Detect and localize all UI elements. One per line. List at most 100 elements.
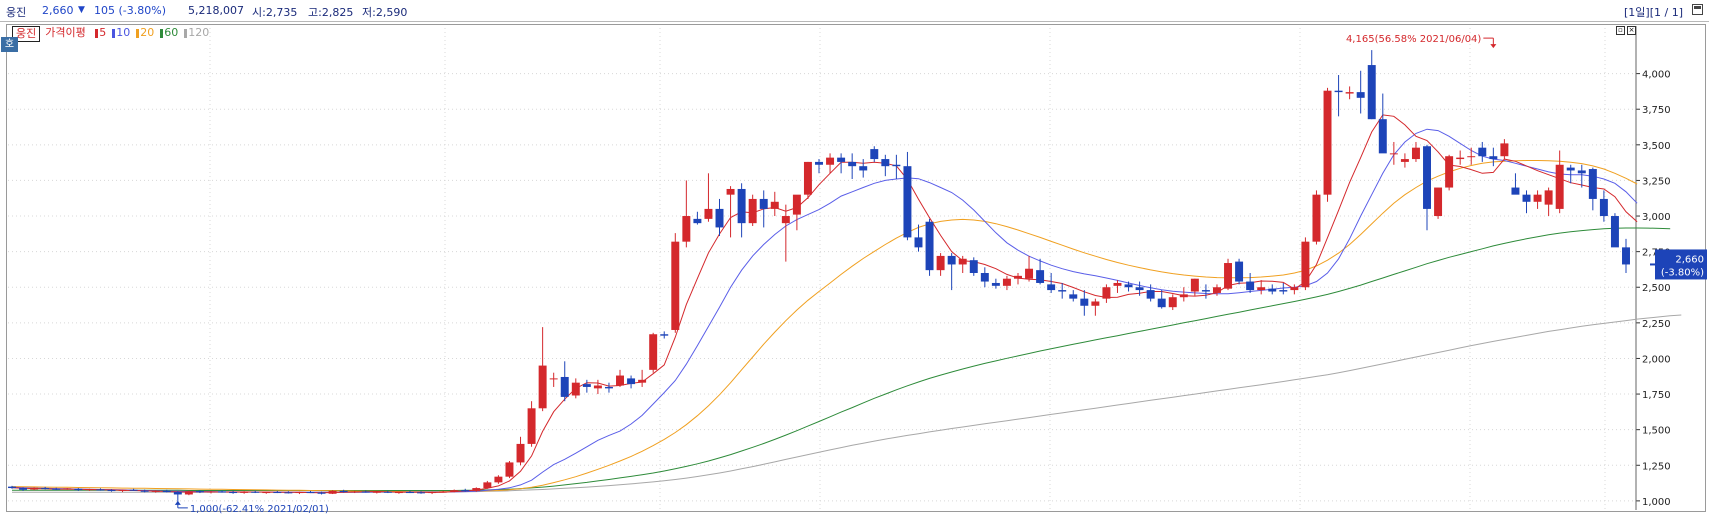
candle (980, 267, 989, 288)
legend-ma120[interactable]: 120 (180, 26, 209, 40)
candle (1533, 190, 1542, 209)
candle-body (1113, 282, 1122, 286)
candle (1157, 290, 1166, 309)
candle-body (925, 221, 934, 271)
legend-ma10[interactable]: 10 (108, 26, 130, 40)
candle (538, 327, 547, 412)
candle-body (1179, 294, 1188, 298)
candle (129, 488, 138, 491)
candle (1036, 258, 1045, 285)
candle-body (383, 491, 392, 493)
candle (1235, 258, 1244, 285)
candle-body (1212, 287, 1221, 293)
candle-body (1566, 167, 1575, 171)
candle (859, 159, 868, 178)
candle (229, 490, 238, 494)
close-icon[interactable]: × (1627, 26, 1636, 35)
candle (1411, 141, 1420, 162)
legend-ma5[interactable]: 5 (91, 26, 106, 40)
candle-body (649, 334, 658, 370)
ma10-line (11, 128, 1638, 493)
candle-body (527, 408, 536, 444)
ma5-label: 5 (99, 26, 107, 39)
candlestick-chart[interactable]: 1,0001,2501,5001,7502,0002,2502,5002,750… (0, 0, 1709, 515)
candle-body (372, 491, 381, 493)
candle (1124, 281, 1133, 292)
candle (1312, 190, 1321, 245)
candle-body (1345, 92, 1354, 94)
candle (1268, 284, 1277, 295)
candle (461, 488, 470, 492)
chart-legend: 웅진 가격이평 5 10 20 60 120 (12, 26, 211, 42)
candle (1489, 147, 1498, 167)
legend-ma20[interactable]: 20 (132, 26, 154, 40)
ma20-line (11, 160, 1638, 493)
candle-body (85, 489, 94, 491)
candle-body (1002, 278, 1011, 286)
candle-body (1411, 147, 1420, 160)
candle (616, 369, 624, 387)
price-tag-change: (-3.80%) (1661, 267, 1704, 278)
candle (759, 190, 768, 228)
candle (516, 436, 525, 466)
legend-ma60[interactable]: 60 (156, 26, 178, 40)
candle (1478, 141, 1487, 162)
candle (118, 489, 127, 493)
candle (781, 204, 790, 262)
candle-body (1246, 281, 1255, 291)
candle-body (748, 198, 757, 224)
candle-body (394, 492, 403, 494)
candle-body (892, 164, 901, 167)
candle-body (1511, 187, 1520, 195)
candle (1456, 150, 1465, 165)
candle (1224, 258, 1233, 291)
y-tick-label: 3,250 (1642, 176, 1671, 187)
order-tag[interactable]: 호 (1, 37, 18, 52)
candle-body (1610, 216, 1619, 248)
candle-body (207, 491, 215, 493)
candle-body (295, 492, 304, 494)
candle-body (1290, 287, 1299, 291)
candle-body (1224, 263, 1233, 289)
restore-icon[interactable]: ▫ (1616, 26, 1625, 35)
candle (1113, 280, 1122, 293)
candle-body (1257, 287, 1266, 291)
candle-body (1157, 298, 1166, 308)
candle (1566, 164, 1575, 184)
candle-body (604, 386, 613, 389)
candle-body (947, 255, 956, 265)
candle (704, 173, 713, 222)
candle-body (284, 492, 293, 494)
candle (1080, 290, 1089, 316)
y-tick-label: 4,000 (1642, 70, 1671, 81)
candle-body (1312, 194, 1321, 242)
candle-body (759, 198, 768, 209)
ma5-swatch (95, 29, 99, 38)
candle-body (516, 443, 525, 463)
y-tick-label: 2,000 (1642, 354, 1671, 365)
ma20-swatch (136, 29, 140, 38)
candle-body (1522, 194, 1531, 202)
candle-body (826, 157, 835, 165)
candle (571, 378, 580, 399)
candle-body (1058, 290, 1067, 292)
candle-body (240, 491, 249, 493)
candle (1334, 75, 1343, 117)
candle-body (1025, 268, 1034, 279)
candle-body (1091, 301, 1100, 306)
candle (1246, 273, 1255, 293)
y-tick-label: 3,500 (1642, 141, 1671, 152)
candle-body (715, 208, 724, 228)
candle-body (803, 161, 812, 195)
y-tick-label: 1,500 (1642, 426, 1671, 437)
candle (881, 154, 890, 177)
candle-body (671, 241, 680, 330)
candle (803, 161, 812, 199)
candle-body (195, 491, 204, 493)
ma60-line (12, 227, 1671, 491)
candle-body (1146, 290, 1155, 299)
candle-body (505, 462, 514, 477)
candle (1610, 213, 1619, 248)
candle-body (41, 488, 50, 490)
candle-body (936, 255, 945, 271)
